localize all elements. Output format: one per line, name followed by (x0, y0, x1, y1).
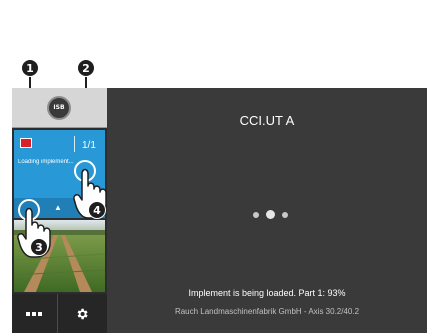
app-divider (74, 136, 75, 152)
gear-icon (77, 308, 88, 320)
menu-dots-icon (26, 312, 42, 316)
app-status-text: Loading implement... (18, 159, 74, 165)
page-indicator: 1/1 (82, 140, 96, 151)
implement-app-icon (20, 138, 32, 148)
callout-2: 2 (77, 59, 95, 77)
spinner-dot (266, 210, 275, 219)
load-progress-text: Implement is being loaded. Part 1: 93% (188, 288, 346, 298)
callout-4: 4 (88, 201, 106, 219)
bottom-bar (12, 294, 107, 333)
main-view: CCI.UT A Implement is being loaded. Part… (107, 88, 427, 333)
isb-button[interactable]: ISB (47, 96, 71, 120)
spinner-dot (282, 211, 288, 218)
loading-spinner (253, 210, 288, 219)
settings-button[interactable] (59, 294, 107, 333)
page-title: CCI.UT A (239, 113, 295, 128)
manufacturer-text: Rauch Landmaschinenfabrik GmbH - Axis 30… (174, 307, 360, 316)
callout-1: 1 (21, 59, 39, 77)
callout-3: 3 (30, 238, 48, 256)
spinner-dot (253, 211, 259, 218)
isb-zone: ISB (12, 88, 107, 128)
menu-button[interactable] (12, 294, 58, 333)
